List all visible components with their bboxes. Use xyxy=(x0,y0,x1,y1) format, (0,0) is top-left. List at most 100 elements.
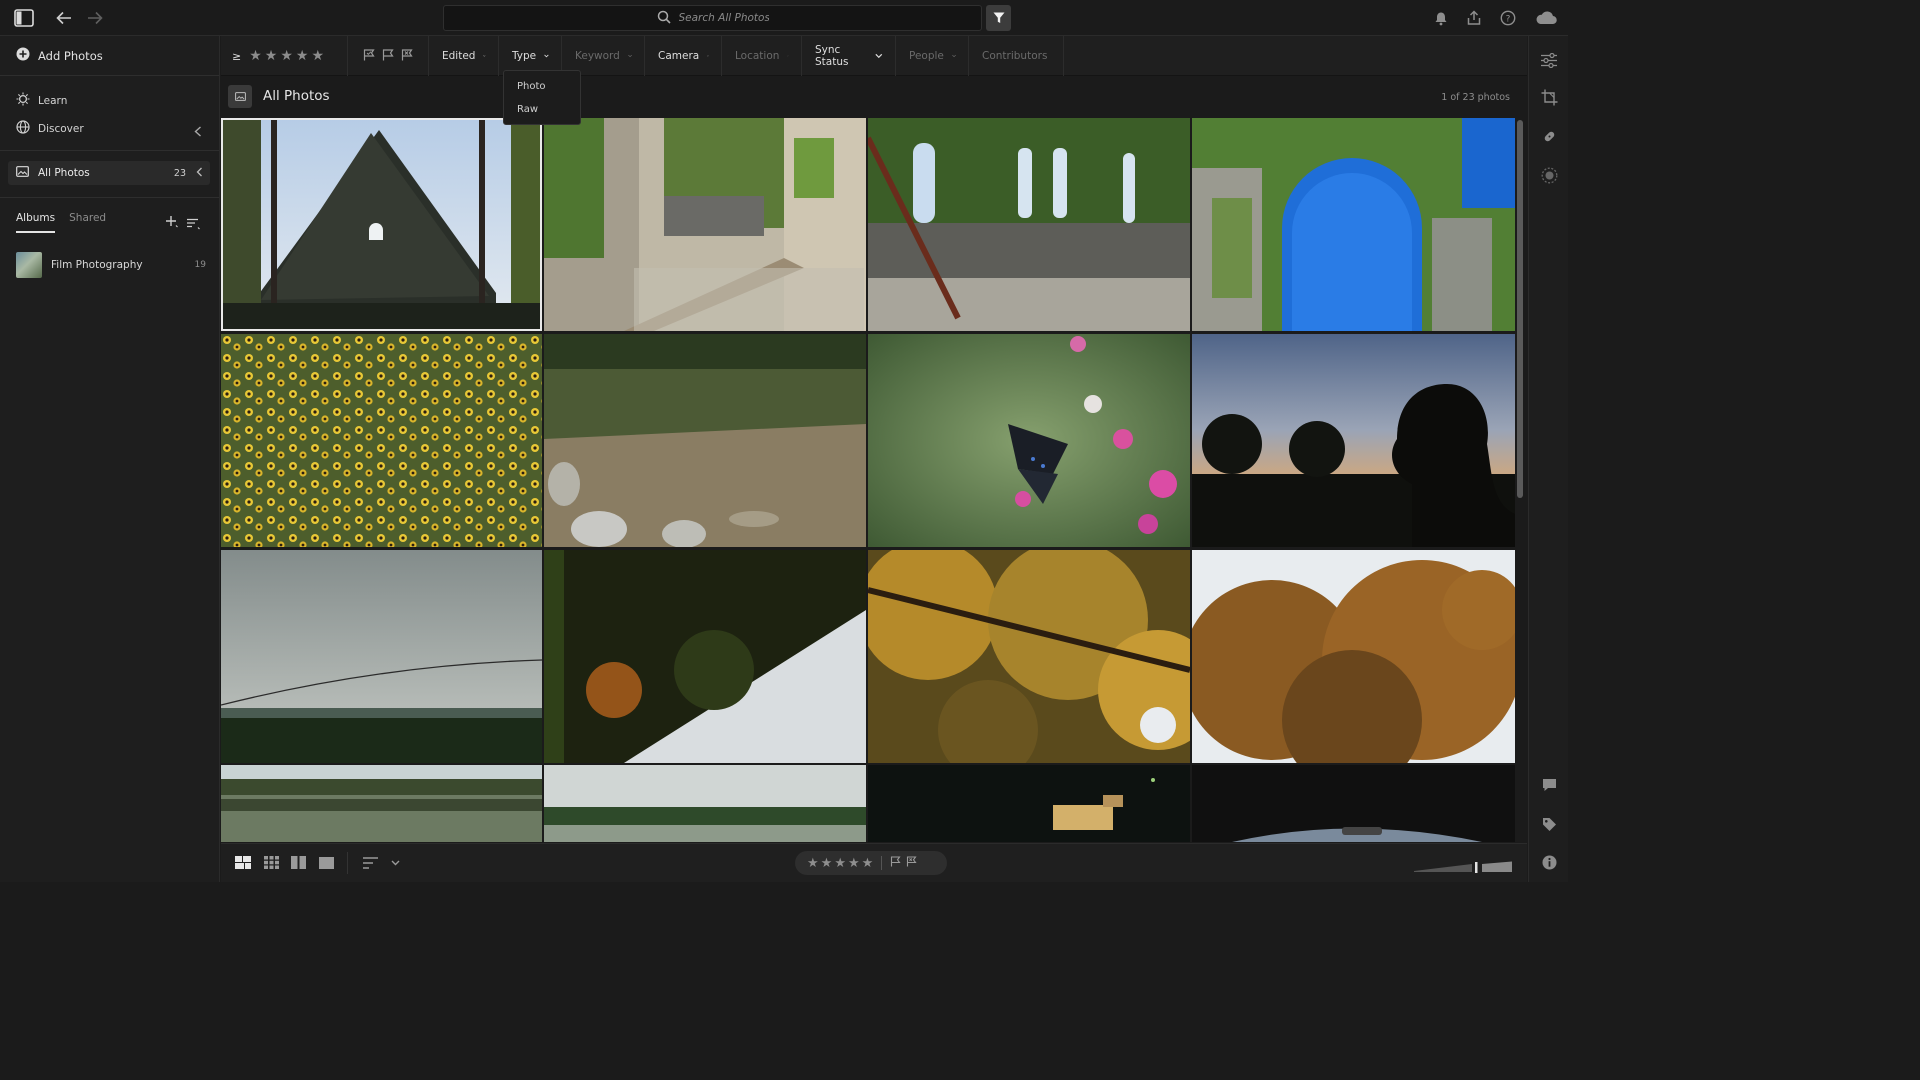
photo-tile[interactable] xyxy=(221,334,542,547)
crop-icon[interactable] xyxy=(1540,88,1558,106)
detail-icon[interactable] xyxy=(290,856,306,869)
healing-bandage-icon[interactable] xyxy=(1540,127,1558,145)
filter-contributors[interactable]: Contributors xyxy=(970,36,1064,76)
share-icon[interactable] xyxy=(1463,7,1485,29)
menu-item-raw[interactable]: Raw xyxy=(517,104,538,115)
bell-icon[interactable] xyxy=(1430,7,1452,29)
page-title: All Photos xyxy=(263,88,330,104)
chevron-left-icon[interactable] xyxy=(196,167,203,180)
top-bar: ? xyxy=(0,0,1568,36)
sidebar-item-all-photos[interactable]: All Photos 23 xyxy=(8,161,210,185)
photo-tile[interactable] xyxy=(544,765,866,842)
photo-tile[interactable] xyxy=(544,334,866,547)
photo-tile[interactable] xyxy=(1192,765,1515,842)
mask-icon[interactable] xyxy=(1540,166,1558,184)
star-icon[interactable]: ★ xyxy=(311,48,324,64)
photo-tile[interactable] xyxy=(868,334,1190,547)
photo-icon xyxy=(16,166,29,180)
right-panel xyxy=(1528,36,1568,882)
photo-count: 1 of 23 photos xyxy=(1441,92,1510,103)
filter-people[interactable]: People xyxy=(897,36,969,76)
flag-picked-icon[interactable] xyxy=(363,48,375,64)
album-thumbnail xyxy=(16,252,42,278)
star-icon[interactable]: ★ xyxy=(848,856,860,871)
star-icon[interactable]: ★ xyxy=(280,48,293,64)
photo-tile[interactable] xyxy=(1192,334,1515,547)
menu-item-photo[interactable]: Photo xyxy=(517,81,546,92)
divider xyxy=(0,197,219,198)
tag-icon[interactable] xyxy=(1540,815,1558,833)
comment-icon[interactable] xyxy=(1540,776,1558,794)
filter-keyword-label: Keyword xyxy=(575,50,620,62)
filter-people-label: People xyxy=(909,50,944,62)
flag-unflagged-icon[interactable] xyxy=(382,48,394,64)
photo-tile[interactable] xyxy=(868,118,1190,331)
star-icon[interactable]: ★ xyxy=(296,48,309,64)
sort-order-icon[interactable] xyxy=(362,856,378,869)
star-icon[interactable]: ★ xyxy=(834,856,846,871)
star-icon[interactable]: ★ xyxy=(862,856,874,871)
photo-tile[interactable] xyxy=(221,118,542,331)
filter-edited[interactable]: Edited xyxy=(430,36,499,76)
photo-tile[interactable] xyxy=(221,765,542,842)
nav-item-discover[interactable]: Discover xyxy=(16,120,84,137)
add-photos-button[interactable]: Add Photos xyxy=(16,47,103,64)
filter-type-label: Type xyxy=(512,50,537,62)
chevron-down-icon[interactable] xyxy=(387,856,403,869)
filter-button[interactable] xyxy=(986,5,1011,31)
filter-location[interactable]: Location xyxy=(723,36,802,76)
thumbnail-size-slider[interactable] xyxy=(1414,858,1512,877)
flag-rejected-icon[interactable] xyxy=(401,48,413,64)
chevron-down-icon xyxy=(483,55,486,57)
rating-stars[interactable]: ★ ★ ★ ★ ★ xyxy=(249,48,324,64)
flag-picked-icon[interactable] xyxy=(890,855,901,871)
photo-tile[interactable] xyxy=(544,550,866,763)
grid-scrollbar[interactable] xyxy=(1517,120,1523,498)
photo-tile[interactable] xyxy=(1192,550,1515,763)
single-icon[interactable] xyxy=(318,856,334,869)
panel-toggle-icon[interactable] xyxy=(13,7,35,29)
photo-tile[interactable] xyxy=(544,118,866,331)
star-icon[interactable]: ★ xyxy=(821,856,833,871)
photo-tile[interactable] xyxy=(868,550,1190,763)
tab-albums[interactable]: Albums xyxy=(16,212,56,233)
rating-filter[interactable]: ≥ ★ ★ ★ ★ ★ xyxy=(221,36,348,76)
edit-sliders-icon[interactable] xyxy=(1540,51,1558,69)
forward-arrow-icon[interactable] xyxy=(84,7,106,29)
photo-tile[interactable] xyxy=(868,765,1190,842)
chevron-down-icon xyxy=(952,54,956,58)
grid-source-icon xyxy=(228,85,252,108)
funnel-icon xyxy=(993,12,1004,23)
info-icon[interactable] xyxy=(1540,853,1558,871)
back-arrow-icon[interactable] xyxy=(53,7,75,29)
album-count: 19 xyxy=(194,260,206,270)
add-photos-label: Add Photos xyxy=(38,48,103,63)
divider xyxy=(347,852,348,874)
star-icon[interactable]: ★ xyxy=(807,856,819,871)
search-input[interactable] xyxy=(678,12,769,24)
add-album-icon[interactable] xyxy=(165,214,179,233)
filter-camera[interactable]: Camera xyxy=(646,36,722,76)
star-icon[interactable]: ★ xyxy=(249,48,262,64)
collapse-chevron-icon[interactable] xyxy=(194,122,202,141)
album-item[interactable]: Film Photography 19 xyxy=(16,252,206,278)
square-grid-icon[interactable] xyxy=(263,856,279,869)
flag-rejected-icon[interactable] xyxy=(906,855,917,871)
photo-tile[interactable] xyxy=(221,550,542,763)
help-icon[interactable]: ? xyxy=(1497,7,1519,29)
plus-circle-icon xyxy=(16,47,30,64)
album-name: Film Photography xyxy=(51,259,143,271)
divider xyxy=(0,150,219,151)
rating-operator[interactable]: ≥ xyxy=(232,50,241,63)
flag-filter xyxy=(349,36,429,76)
sort-icon[interactable] xyxy=(186,215,201,234)
photo-tile[interactable] xyxy=(1192,118,1515,331)
tab-shared[interactable]: Shared xyxy=(69,212,106,233)
nav-item-learn[interactable]: Learn xyxy=(16,92,67,109)
photo-grid-icon[interactable] xyxy=(235,856,251,869)
cloud-icon[interactable] xyxy=(1534,7,1558,29)
star-icon[interactable]: ★ xyxy=(265,48,278,64)
filter-contributors-label: Contributors xyxy=(982,50,1048,62)
filter-sync-status[interactable]: Sync Status xyxy=(803,36,896,76)
search-field[interactable] xyxy=(443,5,982,31)
